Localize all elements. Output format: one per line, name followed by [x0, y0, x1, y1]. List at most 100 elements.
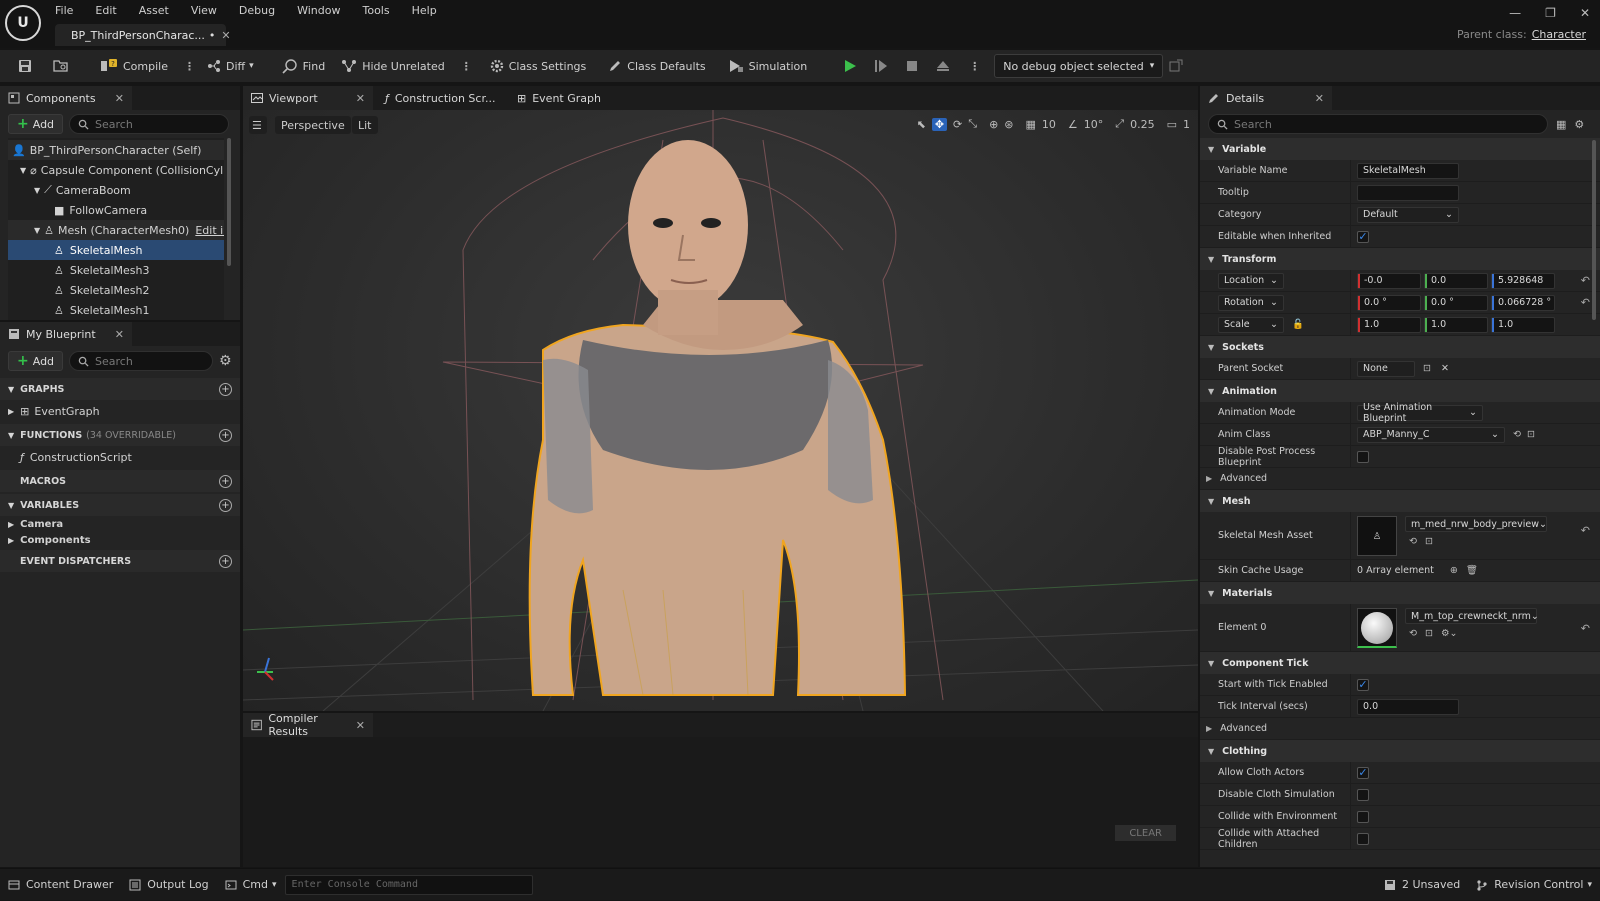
translate-mode-icon[interactable]: ✥: [931, 117, 948, 131]
minimize-icon[interactable]: —: [1509, 6, 1521, 20]
tree-item-skeletalmesh1[interactable]: ♙ SkeletalMesh1: [8, 300, 224, 320]
my-blueprint-add-button[interactable]: + Add: [8, 351, 64, 371]
hide-unrelated-button[interactable]: Hide Unrelated: [335, 54, 451, 78]
rotation-z-field[interactable]: 0.066728 °: [1491, 294, 1555, 311]
rotation-dropdown[interactable]: Rotation ⌄: [1218, 294, 1284, 311]
reset-arrow-icon[interactable]: ↶: [1581, 524, 1590, 537]
row-tick-advanced[interactable]: ▶ Advanced: [1200, 718, 1600, 740]
graphs-section[interactable]: ▼ GRAPHS +: [0, 378, 240, 400]
start-tick-checkbox[interactable]: ✓: [1357, 678, 1369, 691]
tree-item-skeletalmesh2[interactable]: ♙ SkeletalMesh2: [8, 280, 224, 300]
unsaved-button[interactable]: 2 Unsaved: [1376, 869, 1468, 901]
tree-item-cameraboom[interactable]: ▼ ⟋ CameraBoom: [8, 180, 224, 200]
tab-viewport[interactable]: Viewport ✕: [243, 86, 373, 110]
section-clothing[interactable]: ▼ Clothing: [1200, 740, 1600, 762]
components-scrollbar[interactable]: [227, 138, 231, 266]
scale-mode-icon[interactable]: ⤡: [968, 117, 977, 131]
play-button[interactable]: [839, 54, 866, 78]
allow-cloth-checkbox[interactable]: ✓: [1357, 766, 1369, 779]
lock-icon[interactable]: 🔓: [1292, 319, 1304, 330]
lit-button[interactable]: Lit: [352, 116, 378, 134]
scale-y-field[interactable]: 1.0: [1424, 316, 1488, 333]
disable-post-process-checkbox[interactable]: [1357, 450, 1369, 463]
save-button[interactable]: [12, 54, 43, 78]
trash-icon[interactable]: 🗑: [1466, 565, 1478, 576]
clear-button[interactable]: CLEAR: [1115, 825, 1176, 841]
tree-item-capsule[interactable]: ▼⌀Capsule Component (CollisionCylinder): [8, 160, 224, 180]
list-item-constructionscript[interactable]: ƒ ConstructionScript: [0, 446, 240, 468]
variables-section[interactable]: ▼ VARIABLES +: [0, 494, 240, 516]
browse-socket-icon[interactable]: ⊡: [1423, 363, 1431, 374]
grid-snap-value[interactable]: 10: [1042, 118, 1056, 131]
location-dropdown[interactable]: Location ⌄: [1218, 272, 1284, 289]
debug-browse-button[interactable]: [1163, 54, 1194, 78]
viewport-close-icon[interactable]: ✕: [356, 92, 365, 105]
skeletal-mesh-dropdown[interactable]: m_med_nrw_body_preview ⌄: [1405, 516, 1547, 532]
tree-item-mesh[interactable]: ▼♙Mesh (CharacterMesh0)Edit in C++: [8, 220, 224, 240]
settings-gear-icon[interactable]: ⚙: [1574, 118, 1584, 131]
browse-button[interactable]: [47, 54, 80, 78]
menu-asset[interactable]: Asset: [139, 4, 169, 17]
content-drawer-button[interactable]: Content Drawer: [0, 869, 121, 901]
menu-window[interactable]: Window: [297, 4, 340, 17]
play-options-icon[interactable]: ⋮: [969, 60, 980, 73]
tab-event-graph[interactable]: ⊞ Event Graph: [509, 86, 609, 110]
scale-x-field[interactable]: 1.0: [1357, 316, 1421, 333]
diff-button[interactable]: Diff ▾: [201, 54, 260, 78]
browse-asset-icon[interactable]: ⊡: [1425, 628, 1433, 639]
editable-checkbox[interactable]: ✓: [1357, 230, 1369, 243]
details-close-icon[interactable]: ✕: [1315, 92, 1324, 105]
disable-cloth-checkbox[interactable]: [1357, 788, 1369, 801]
viewport-menu-button[interactable]: ☰: [249, 116, 267, 134]
material-dropdown[interactable]: M_m_top_crewneckt_nrm ⌄: [1405, 608, 1539, 624]
output-log-button[interactable]: Output Log: [121, 869, 216, 901]
add-variable-icon[interactable]: +: [219, 498, 232, 512]
scale-dropdown[interactable]: Scale ⌄: [1218, 316, 1284, 333]
tab-compiler-results[interactable]: Compiler Results ✕: [243, 712, 373, 738]
use-selected-icon[interactable]: ⟲: [1409, 536, 1417, 547]
tab-details[interactable]: Details ✕: [1200, 86, 1332, 110]
tree-item-skeletalmesh[interactable]: ♙ SkeletalMesh: [8, 240, 224, 260]
section-sockets[interactable]: ▼ Sockets: [1200, 336, 1600, 358]
tab-construction-script[interactable]: ƒ Construction Scr...: [377, 86, 503, 110]
location-x-field[interactable]: -0.0: [1357, 272, 1421, 289]
use-selected-icon[interactable]: ⟲: [1513, 429, 1521, 440]
reset-arrow-icon[interactable]: ↶: [1581, 274, 1590, 287]
hide-options-icon[interactable]: ⋮: [461, 60, 472, 73]
event-dispatchers-section[interactable]: EVENT DISPATCHERS +: [0, 550, 240, 572]
camera-speed-icon[interactable]: ▭: [1167, 118, 1177, 131]
anim-class-dropdown[interactable]: ABP_Manny_C ⌄: [1357, 426, 1505, 443]
add-element-icon[interactable]: ⊕: [1450, 565, 1458, 576]
compile-options-icon[interactable]: ⋮: [184, 60, 195, 73]
section-component-tick[interactable]: ▼ Component Tick: [1200, 652, 1600, 674]
add-macro-icon[interactable]: +: [219, 474, 232, 488]
tree-item-followcamera[interactable]: ■ FollowCamera: [8, 200, 224, 220]
parent-class-link[interactable]: Character: [1532, 28, 1586, 41]
viewport-scene[interactable]: ☰ Perspective Lit ⬉ ✥ ⟳ ⤡ ⊕ ⊛ ▦ 10 ∠ 10°…: [243, 110, 1198, 711]
section-transform[interactable]: ▼ Transform: [1200, 248, 1600, 270]
tab-my-blueprint[interactable]: My Blueprint ✕: [0, 322, 132, 346]
components-add-button[interactable]: + Add: [8, 114, 64, 134]
details-scrollbar[interactable]: [1592, 140, 1596, 320]
category-dropdown[interactable]: Default ⌄: [1357, 206, 1459, 223]
browse-asset-icon[interactable]: ⊡: [1527, 429, 1535, 440]
rotation-y-field[interactable]: 0.0 °: [1424, 294, 1488, 311]
menu-tools[interactable]: Tools: [362, 4, 389, 17]
table-view-icon[interactable]: ▦: [1556, 118, 1566, 131]
location-z-field[interactable]: 5.928648: [1491, 272, 1555, 289]
variable-name-field[interactable]: SkeletalMesh: [1357, 162, 1459, 179]
parent-socket-field[interactable]: None: [1357, 360, 1415, 377]
section-animation[interactable]: ▼ Animation: [1200, 380, 1600, 402]
compiler-close-icon[interactable]: ✕: [356, 719, 365, 732]
macros-section[interactable]: MACROS +: [0, 470, 240, 492]
rotation-snap-icon[interactable]: ∠: [1068, 118, 1078, 131]
menu-file[interactable]: File: [55, 4, 73, 17]
components-close-icon[interactable]: ✕: [115, 92, 124, 105]
close-window-icon[interactable]: ✕: [1580, 6, 1590, 20]
add-graph-icon[interactable]: +: [219, 382, 232, 396]
scale-snap-value[interactable]: 0.25: [1130, 118, 1155, 131]
my-blueprint-search-input[interactable]: Search: [69, 351, 214, 371]
surface-snap-icon[interactable]: ⊛: [1004, 118, 1013, 131]
settings-gear-icon[interactable]: ⚙: [219, 353, 232, 369]
list-item-eventgraph[interactable]: ▶ ⊞ EventGraph: [0, 400, 240, 422]
